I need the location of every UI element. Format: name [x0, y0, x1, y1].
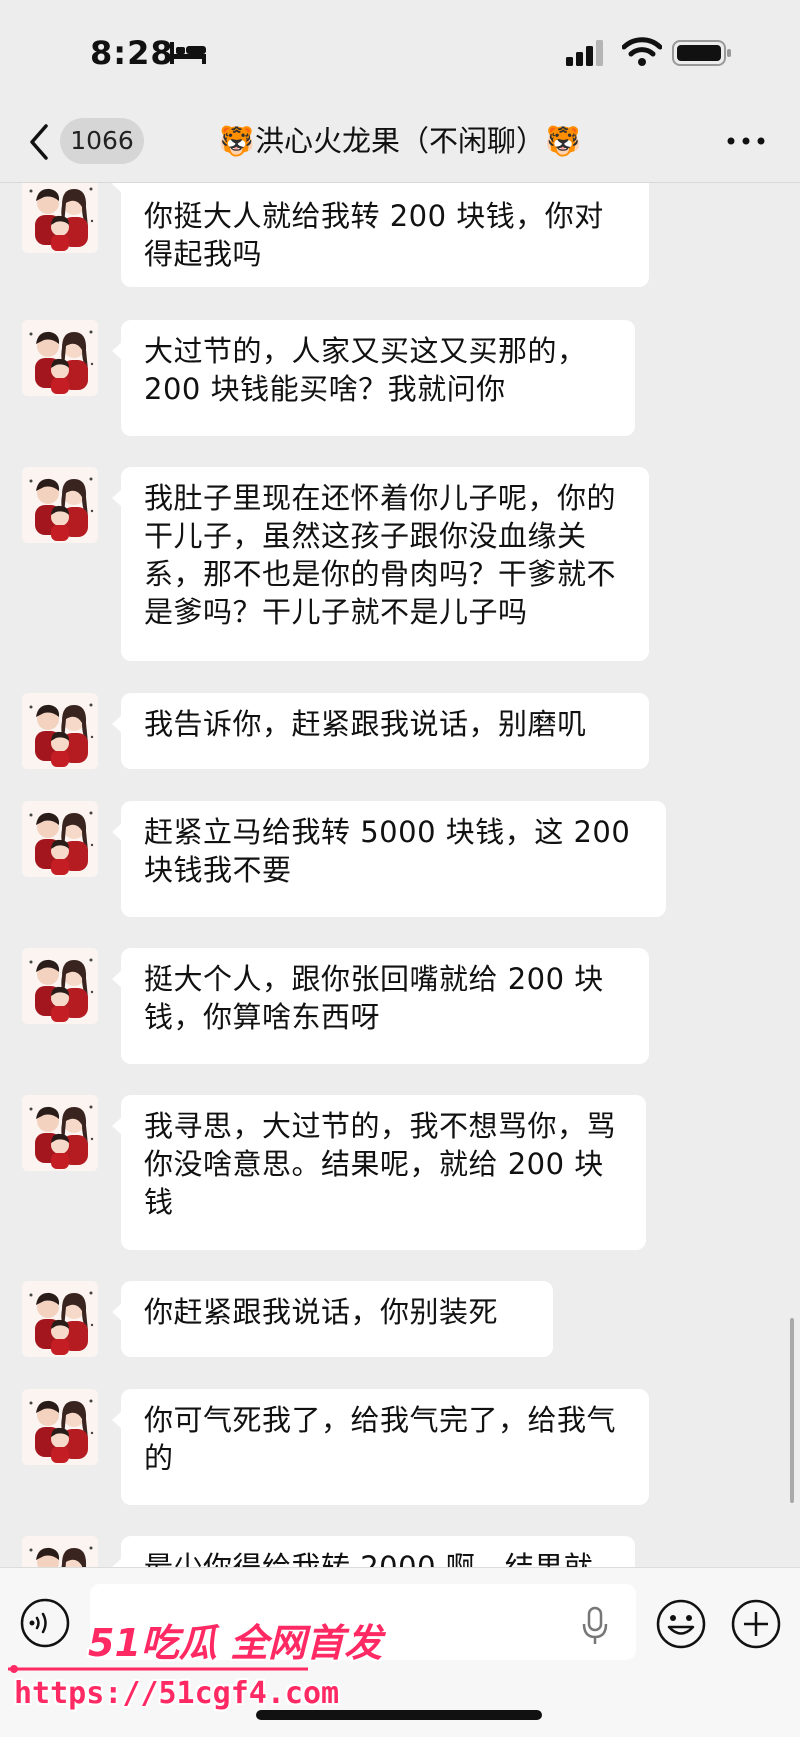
contact-avatar[interactable] — [22, 1389, 98, 1465]
message-bubble[interactable]: 挺大个人，跟你张回嘴就给 200 块钱，你算啥东西呀 — [112, 948, 649, 1064]
status-bar: 8:28 — [0, 0, 800, 100]
contact-avatar[interactable] — [22, 693, 98, 769]
unread-count-badge[interactable]: 1066 — [60, 118, 144, 164]
message-bubble[interactable]: 你赶紧跟我说话，你别装死 — [112, 1281, 553, 1357]
emoji-icon[interactable] — [655, 1598, 707, 1650]
microphone-icon[interactable] — [580, 1606, 610, 1646]
message-bubble[interactable]: 我告诉你，赶紧跟我说话，别磨叽 — [112, 693, 649, 769]
message-bubble[interactable]: 大过节的，人家又买这又买那的，200 块钱能买啥？我就问你 — [112, 320, 635, 436]
message-bubble[interactable]: 我肚子里现在还怀着你儿子呢，你的干儿子，虽然这孩子跟你没血缘关系，那不也是你的骨… — [112, 467, 649, 661]
chat-title: 🐯洪心火龙果（不闲聊）🐯 — [218, 124, 582, 158]
message-bubble[interactable]: 最少你得给我转 2000 啊，结果就 — [112, 1536, 635, 1567]
battery-icon — [672, 40, 731, 66]
plus-icon[interactable] — [730, 1598, 782, 1650]
status-time: 8:28 — [90, 34, 174, 72]
message-bubble[interactable]: 你挺大人就给我转 200 块钱，你对得起我吗 — [112, 183, 649, 287]
contact-avatar[interactable] — [22, 1281, 98, 1357]
contact-avatar[interactable] — [22, 183, 98, 253]
message-bubble[interactable]: 你可气死我了，给我气完了，给我气的 — [112, 1389, 649, 1505]
scrollbar[interactable] — [790, 1318, 794, 1503]
watermark-brand: 51吃瓜 全网首发 — [88, 1621, 383, 1665]
home-indicator[interactable] — [256, 1710, 542, 1720]
message-list[interactable]: 你挺大人就给我转 200 块钱，你对得起我吗 大过节的，人家又买这又买那的，20… — [0, 183, 800, 1567]
watermark-underline — [8, 1665, 308, 1673]
sleep-focus-icon — [170, 42, 206, 64]
contact-avatar[interactable] — [22, 948, 98, 1024]
cellular-signal-icon — [566, 40, 603, 66]
more-dots-icon[interactable] — [726, 136, 766, 146]
contact-avatar[interactable] — [22, 1095, 98, 1171]
contact-avatar[interactable] — [22, 801, 98, 877]
message-bubble[interactable]: 我寻思，大过节的，我不想骂你，骂你没啥意思。结果呢，就给 200 块钱 — [112, 1095, 646, 1250]
contact-avatar[interactable] — [22, 467, 98, 543]
wifi-icon — [622, 37, 662, 66]
chat-header: 1066 🐯洪心火龙果（不闲聊）🐯 — [0, 100, 800, 183]
contact-avatar[interactable] — [22, 1536, 98, 1567]
contact-avatar[interactable] — [22, 320, 98, 396]
watermark-url: https://51cgf4.com — [14, 1676, 340, 1711]
message-bubble[interactable]: 赶紧立马给我转 5000 块钱，这 200 块钱我不要 — [112, 801, 666, 917]
back-chevron-icon[interactable] — [26, 122, 52, 162]
voice-icon[interactable] — [20, 1598, 70, 1648]
